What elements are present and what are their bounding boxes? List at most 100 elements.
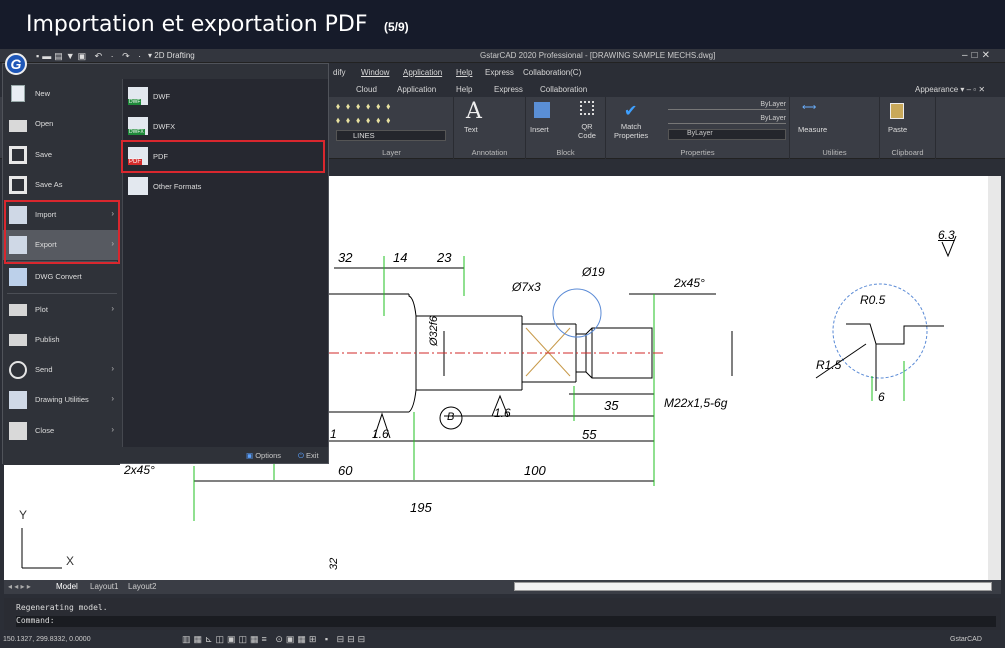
menu-close[interactable]: Close ›: [3, 416, 120, 446]
menu-express[interactable]: Express: [485, 68, 514, 77]
match-label-2: Properties: [614, 131, 649, 140]
menu-dwg-convert[interactable]: DWG Convert: [3, 262, 120, 292]
layer-tool-icons[interactable]: ⬧⬧⬧⬧⬧⬧: [336, 101, 396, 112]
menu-send[interactable]: Send ›: [3, 355, 120, 385]
tab-application[interactable]: Application: [397, 85, 436, 94]
match-properties-icon[interactable]: ✔: [624, 101, 637, 121]
menu-modify[interactable]: dify: [333, 68, 345, 77]
export-dwf[interactable]: DWF DWF: [123, 82, 329, 110]
command-history: Regenerating model.: [16, 603, 108, 612]
ribbon-group-properties: ✔ Match Properties ByLayer ByLayer ByLaye…: [606, 97, 790, 159]
measure-button[interactable]: Measure: [798, 125, 827, 134]
export-submenu: DWF DWF DWFX DWFX PDF PDF Other Formats: [122, 79, 328, 447]
vertical-scrollbar[interactable]: [988, 176, 1001, 580]
menu-close-label: Close: [35, 426, 55, 435]
other-formats-icon: [128, 177, 148, 195]
menu-drawing-utilities[interactable]: Drawing Utilities ›: [3, 385, 120, 415]
layer-tool-icons-2[interactable]: ⬧⬧⬧⬧⬧⬧: [336, 115, 396, 126]
plot-arrow-icon: ›: [111, 304, 114, 313]
paste-button[interactable]: Paste: [888, 125, 907, 134]
options-button[interactable]: ▣ Options: [246, 451, 281, 460]
tab-express[interactable]: Express: [494, 85, 523, 94]
export-other-formats[interactable]: Other Formats: [123, 172, 329, 200]
options-icon: ▣: [246, 451, 254, 460]
quick-access-toolbar[interactable]: ▪▬▤▼▣ ↶ · ↷ ·: [36, 51, 144, 61]
menu-plot[interactable]: Plot ›: [3, 295, 120, 325]
appearance-menu[interactable]: Appearance ▾ – ▫ ✕: [915, 85, 985, 94]
app-logo-button[interactable]: G: [5, 53, 27, 75]
command-input[interactable]: Command:: [16, 616, 996, 627]
publish-icon: [9, 334, 27, 346]
dim-195: 195: [410, 500, 432, 515]
paste-icon[interactable]: [890, 103, 904, 119]
roughness-general: 6.3: [938, 228, 955, 242]
qr-label-1: QR: [581, 122, 593, 131]
menu-publish-label: Publish: [35, 335, 60, 344]
menu-save[interactable]: Save: [3, 140, 120, 170]
tab-cloud[interactable]: Cloud: [356, 85, 377, 94]
color-combo[interactable]: ByLayer: [668, 101, 786, 110]
dim-35: 35: [604, 398, 619, 413]
layer-combo[interactable]: LINES: [336, 130, 446, 141]
text-button[interactable]: Text: [464, 125, 478, 134]
dim-dia32: Ø32f6: [428, 316, 440, 346]
plot-icon: [9, 304, 27, 316]
save-as-icon: [9, 176, 27, 194]
tab-layout1[interactable]: Layout1: [90, 582, 118, 591]
close-doc-icon: [9, 422, 27, 440]
menu-publish[interactable]: Publish: [3, 325, 120, 355]
menu-separator-2: [7, 293, 117, 294]
tab-collaboration[interactable]: Collaboration: [540, 85, 587, 94]
status-toggles[interactable]: ▥▦⊾◫▣◫▦≡ ⊙▣▦⊞ ▪ ⊟⊟⊟: [182, 634, 368, 645]
insert-button[interactable]: Insert: [530, 125, 549, 134]
menu-plot-label: Plot: [35, 305, 48, 314]
layer-combo-value: LINES: [353, 131, 375, 140]
roughness-2: 1.6: [494, 406, 511, 420]
ucs-x-label: X: [66, 554, 75, 568]
qr-code-icon[interactable]: [580, 101, 594, 115]
menu-open[interactable]: Open: [3, 109, 120, 139]
linetype-combo[interactable]: ByLayer: [668, 115, 786, 124]
ribbon-group-block-label: Block: [556, 148, 575, 157]
menu-save-as[interactable]: Save As: [3, 170, 120, 200]
export-dwfx[interactable]: DWFX DWFX: [123, 112, 329, 140]
horizontal-scrollbar[interactable]: [514, 582, 992, 591]
tab-help[interactable]: Help: [456, 85, 472, 94]
app-menu-footer: ▣ Options ⏻ Exit: [122, 448, 328, 464]
dim-23: 23: [437, 250, 452, 265]
dim-55: 55: [582, 427, 597, 442]
qr-code-button[interactable]: QR Code: [578, 122, 596, 140]
dwf-file-icon: DWF: [128, 87, 148, 105]
insert-icon[interactable]: [534, 102, 550, 118]
measure-icon[interactable]: ⟷: [802, 102, 816, 113]
tab-model[interactable]: Model: [56, 582, 78, 591]
menu-new-label: New: [35, 89, 51, 98]
exit-label: Exit: [306, 451, 319, 460]
window-controls[interactable]: –□✕: [962, 51, 994, 61]
menu-window[interactable]: Window: [361, 68, 389, 77]
menu-help[interactable]: Help: [456, 68, 472, 77]
roughness-3: 1.6: [330, 427, 336, 441]
menu-application[interactable]: Application: [403, 68, 442, 77]
ribbon-group-annotation: A Text Annotation: [454, 97, 526, 159]
workspace-dropdown[interactable]: ▾ 2D Drafting: [148, 51, 195, 61]
menu-open-label: Open: [35, 119, 54, 128]
status-bar: 150.1327, 299.8332, 0.0000 ▥▦⊾◫▣◫▦≡ ⊙▣▦⊞…: [0, 632, 1005, 648]
menu-collaboration[interactable]: Collaboration(C): [523, 68, 581, 77]
dim-60: 60: [338, 463, 353, 478]
close-arrow-icon: ›: [111, 425, 114, 434]
layout-nav-arrows[interactable]: ◂ ◂ ▸ ▸: [8, 582, 31, 591]
text-icon[interactable]: A: [466, 99, 482, 124]
dim-r15: R1.5: [816, 358, 842, 372]
match-properties-button[interactable]: Match Properties: [614, 122, 648, 140]
exit-button[interactable]: ⏻ Exit: [298, 451, 319, 461]
lineweight-combo[interactable]: ByLayer: [668, 129, 786, 140]
appearance-label: Appearance: [915, 85, 959, 94]
ribbon-group-clipboard: Paste Clipboard: [880, 97, 936, 159]
drawing-utilities-arrow-icon: ›: [111, 394, 114, 403]
menu-send-label: Send: [35, 365, 53, 374]
slide-title: Importation et exportation PDF: [26, 12, 368, 37]
tab-layout2[interactable]: Layout2: [128, 582, 156, 591]
menu-new[interactable]: New: [3, 79, 120, 109]
send-icon: [9, 361, 27, 379]
